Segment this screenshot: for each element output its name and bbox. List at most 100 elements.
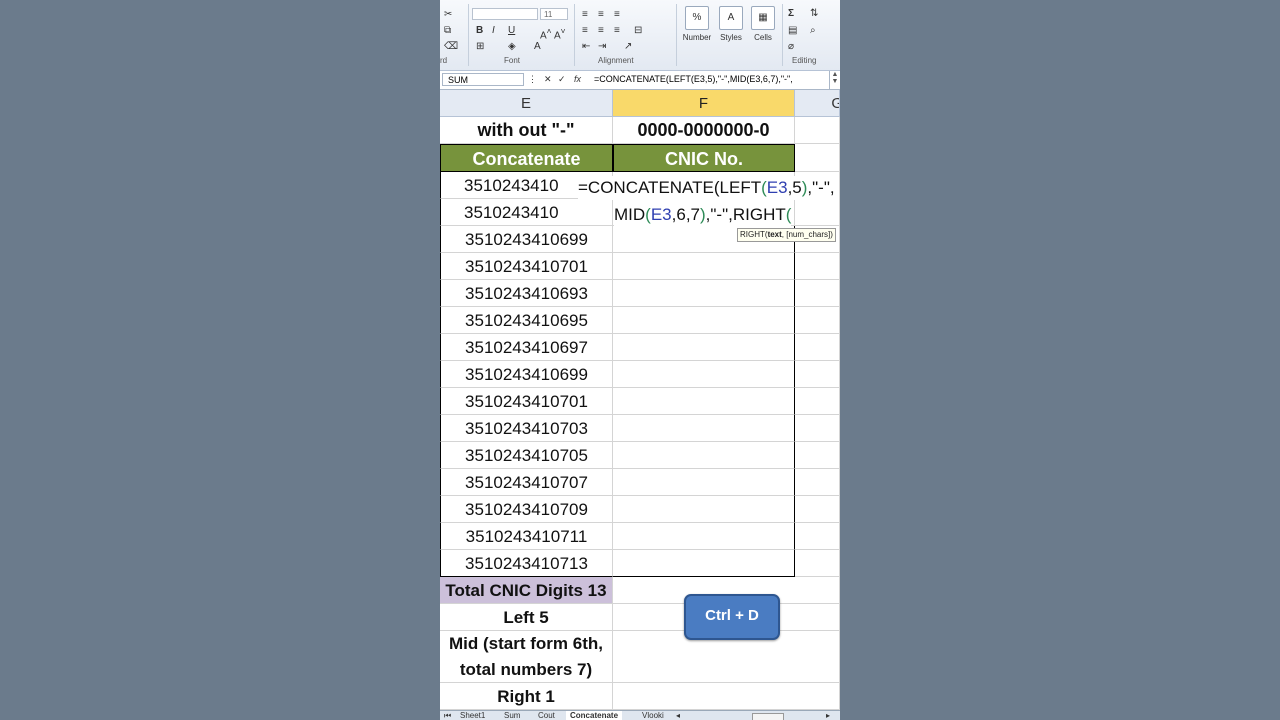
cnic-formatted-cell[interactable] [613, 334, 795, 361]
cell-g-empty[interactable] [795, 604, 840, 631]
cell-g-empty[interactable] [795, 631, 840, 683]
cell-g[interactable] [795, 388, 840, 415]
styles-button[interactable]: A Styles [716, 6, 746, 42]
find-select-icon[interactable]: ⌕ [810, 26, 816, 36]
copy-icon[interactable]: ⧉ [444, 26, 451, 36]
column-header-f[interactable]: F [613, 90, 795, 117]
cells-button[interactable]: ▦ Cells [748, 6, 778, 42]
cnic-formatted-cell[interactable] [613, 415, 795, 442]
note-left[interactable]: Left 5 [440, 604, 613, 631]
tab-cout[interactable]: Cout [534, 711, 559, 720]
decrease-indent-icon[interactable]: ⇤ [582, 42, 590, 52]
sort-filter-icon[interactable]: ⇅ [810, 9, 818, 19]
font-name-select[interactable] [472, 8, 538, 20]
cut-icon[interactable]: ✂ [444, 10, 452, 20]
cell-g[interactable] [795, 253, 840, 280]
cnic-value-cell[interactable]: 3510243410713 [440, 550, 613, 577]
bold-icon[interactable]: B [476, 26, 483, 36]
cell-g[interactable] [795, 361, 840, 388]
cnic-formatted-cell[interactable] [613, 469, 795, 496]
cnic-value-cell[interactable]: 3510243410711 [440, 523, 613, 550]
formula-input[interactable]: =CONCATENATE(LEFT(E3,5),"-",MID(E3,6,7),… [594, 74, 793, 84]
cell-e1[interactable]: with out "-" [440, 117, 613, 144]
shrink-font-icon[interactable]: A˅ [554, 26, 566, 41]
cell-g[interactable] [795, 307, 840, 334]
cell-g-empty[interactable] [795, 683, 840, 710]
merge-center-icon[interactable]: ⊟ [634, 26, 642, 36]
cell-g[interactable] [795, 334, 840, 361]
cnic-value-cell[interactable]: 3510243410705 [440, 442, 613, 469]
cnic-formatted-cell[interactable] [613, 361, 795, 388]
cnic-formatted-cell[interactable] [613, 496, 795, 523]
align-center-icon[interactable]: ≡ [598, 26, 604, 36]
cell-g1[interactable] [795, 117, 840, 144]
tab-sheet1[interactable]: Sheet1 [456, 711, 489, 720]
cnic-formatted-cell[interactable] [613, 307, 795, 334]
scroll-right-icon[interactable]: ▸ [826, 711, 830, 720]
cnic-value-cell[interactable]: 3510243410707 [440, 469, 613, 496]
cell-g[interactable] [795, 469, 840, 496]
cell-g-empty[interactable] [795, 577, 840, 604]
number-button[interactable]: % Number [680, 6, 714, 42]
cnic-value-cell[interactable]: 3510243410697 [440, 334, 613, 361]
cell-g[interactable] [795, 442, 840, 469]
cnic-value-cell[interactable]: 3510243410699 [440, 226, 613, 253]
formula-scroll[interactable]: ▲ ▼ [829, 71, 840, 89]
increase-indent-icon[interactable]: ⇥ [598, 42, 606, 52]
column-header-g[interactable]: G [795, 90, 840, 117]
tab-sum[interactable]: Sum [500, 711, 524, 720]
align-right-icon[interactable]: ≡ [614, 26, 620, 36]
cell-e2[interactable]: Concatenate [440, 144, 613, 172]
tab-scroll-left-icon[interactable]: ◂ [676, 711, 680, 720]
font-color-icon[interactable]: A [534, 42, 541, 52]
cell-f2[interactable]: CNIC No. [613, 144, 795, 172]
align-bottom-icon[interactable]: ≡ [614, 10, 620, 20]
italic-icon[interactable]: I [492, 26, 495, 36]
note-mid[interactable]: Mid (start form 6th, total numbers 7) [440, 631, 613, 683]
cell-f1[interactable]: 0000-0000000-0 [613, 117, 795, 144]
cnic-formatted-cell[interactable] [613, 280, 795, 307]
insert-function-icon[interactable]: fx [574, 74, 581, 84]
cnic-value-cell[interactable]: 3510243410695 [440, 307, 613, 334]
borders-icon[interactable]: ⊞ [476, 42, 484, 52]
cnic-value-cell[interactable]: 3510243410709 [440, 496, 613, 523]
cnic-value-cell[interactable]: 3510243410701 [440, 388, 613, 415]
fill-color-icon[interactable]: ◈ [508, 42, 516, 52]
cell-g4[interactable] [795, 199, 840, 226]
fill-icon[interactable]: ▤ [788, 26, 797, 36]
cnic-value-cell[interactable]: 3510243410693 [440, 280, 613, 307]
cell-g2[interactable] [795, 144, 840, 172]
formula-edit-line1[interactable]: =CONCATENATE(LEFT(E3,5),"-", [578, 176, 839, 200]
tab-vlooki[interactable]: Vlooki [638, 711, 668, 720]
cell-g[interactable] [795, 280, 840, 307]
cnic-value-cell[interactable]: 3510243410701 [440, 253, 613, 280]
autosum-icon[interactable]: Σ [788, 9, 794, 19]
name-box[interactable]: SUM [442, 73, 524, 86]
cell-g[interactable] [795, 415, 840, 442]
align-middle-icon[interactable]: ≡ [598, 10, 604, 20]
orientation-icon[interactable]: ↗ [624, 42, 632, 52]
align-top-icon[interactable]: ≡ [582, 10, 588, 20]
cnic-formatted-cell[interactable] [613, 523, 795, 550]
note-right[interactable]: Right 1 [440, 683, 613, 710]
font-size-select[interactable]: 11 [540, 8, 568, 20]
cell-f-empty[interactable] [613, 683, 795, 710]
tab-scroll-first-icon[interactable]: ⏮ [444, 711, 451, 720]
cnic-formatted-cell[interactable] [613, 550, 795, 577]
cell-g[interactable] [795, 523, 840, 550]
cnic-value-cell[interactable]: 3510243410699 [440, 361, 613, 388]
cell-g[interactable] [795, 550, 840, 577]
column-header-e[interactable]: E [440, 90, 613, 117]
cell-e4[interactable]: 3510243410 [440, 199, 613, 226]
tab-concatenate[interactable]: Concatenate [566, 711, 623, 720]
underline-icon[interactable]: U [508, 26, 515, 36]
cnic-value-cell[interactable]: 3510243410703 [440, 415, 613, 442]
clear-icon[interactable]: ⌀ [788, 42, 794, 52]
note-total[interactable]: Total CNIC Digits 13 [440, 577, 613, 604]
cnic-formatted-cell[interactable] [613, 442, 795, 469]
horizontal-scrollbar[interactable] [752, 713, 784, 720]
cell-g[interactable] [795, 496, 840, 523]
align-left-icon[interactable]: ≡ [582, 26, 588, 36]
cnic-formatted-cell[interactable] [613, 253, 795, 280]
cancel-icon[interactable]: ✕ [544, 74, 552, 85]
